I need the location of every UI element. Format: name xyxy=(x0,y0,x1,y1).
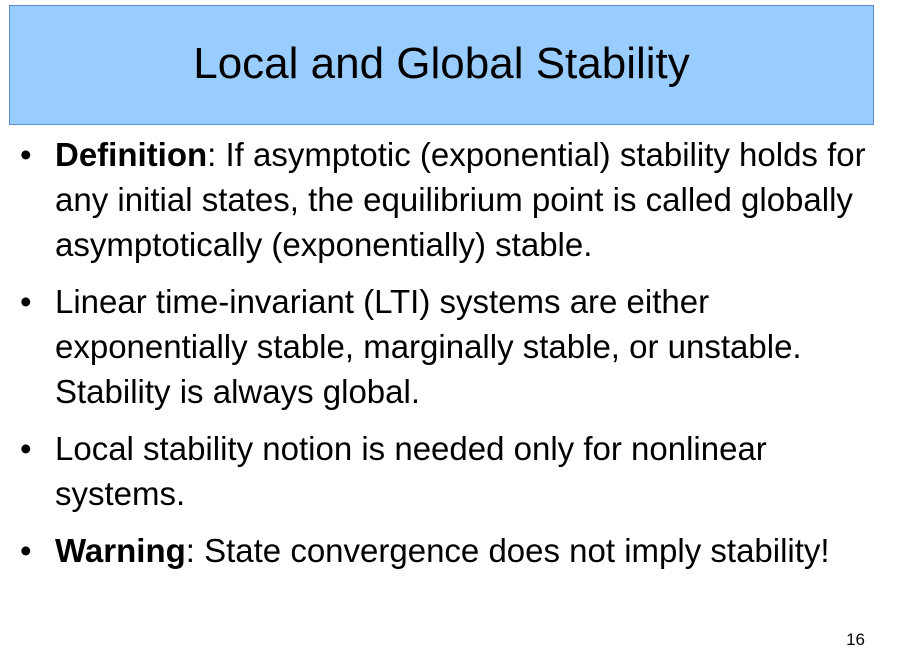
bullet-list: • Definition: If asymptotic (exponential… xyxy=(20,132,890,585)
slide-title: Local and Global Stability xyxy=(193,39,690,88)
bullet-term: Definition xyxy=(55,136,208,173)
bullet-dot-icon: • xyxy=(20,430,32,467)
bullet-lti-systems: • Linear time-invariant (LTI) systems ar… xyxy=(20,279,890,414)
title-banner: Local and Global Stability xyxy=(9,5,874,125)
bullet-text: Linear time-invariant (LTI) systems are … xyxy=(55,283,802,410)
bullet-definition: • Definition: If asymptotic (exponential… xyxy=(20,132,890,267)
bullet-local-stability: • Local stability notion is needed only … xyxy=(20,426,890,516)
bullet-dot-icon: • xyxy=(20,136,32,173)
bullet-text: : State convergence does not imply stabi… xyxy=(185,532,830,569)
bullet-warning: • Warning: State convergence does not im… xyxy=(20,528,890,573)
bullet-text: Local stability notion is needed only fo… xyxy=(55,430,767,512)
bullet-dot-icon: • xyxy=(20,283,32,320)
bullet-dot-icon: • xyxy=(20,532,32,569)
page-number: 16 xyxy=(846,630,865,649)
bullet-term: Warning xyxy=(55,532,186,569)
